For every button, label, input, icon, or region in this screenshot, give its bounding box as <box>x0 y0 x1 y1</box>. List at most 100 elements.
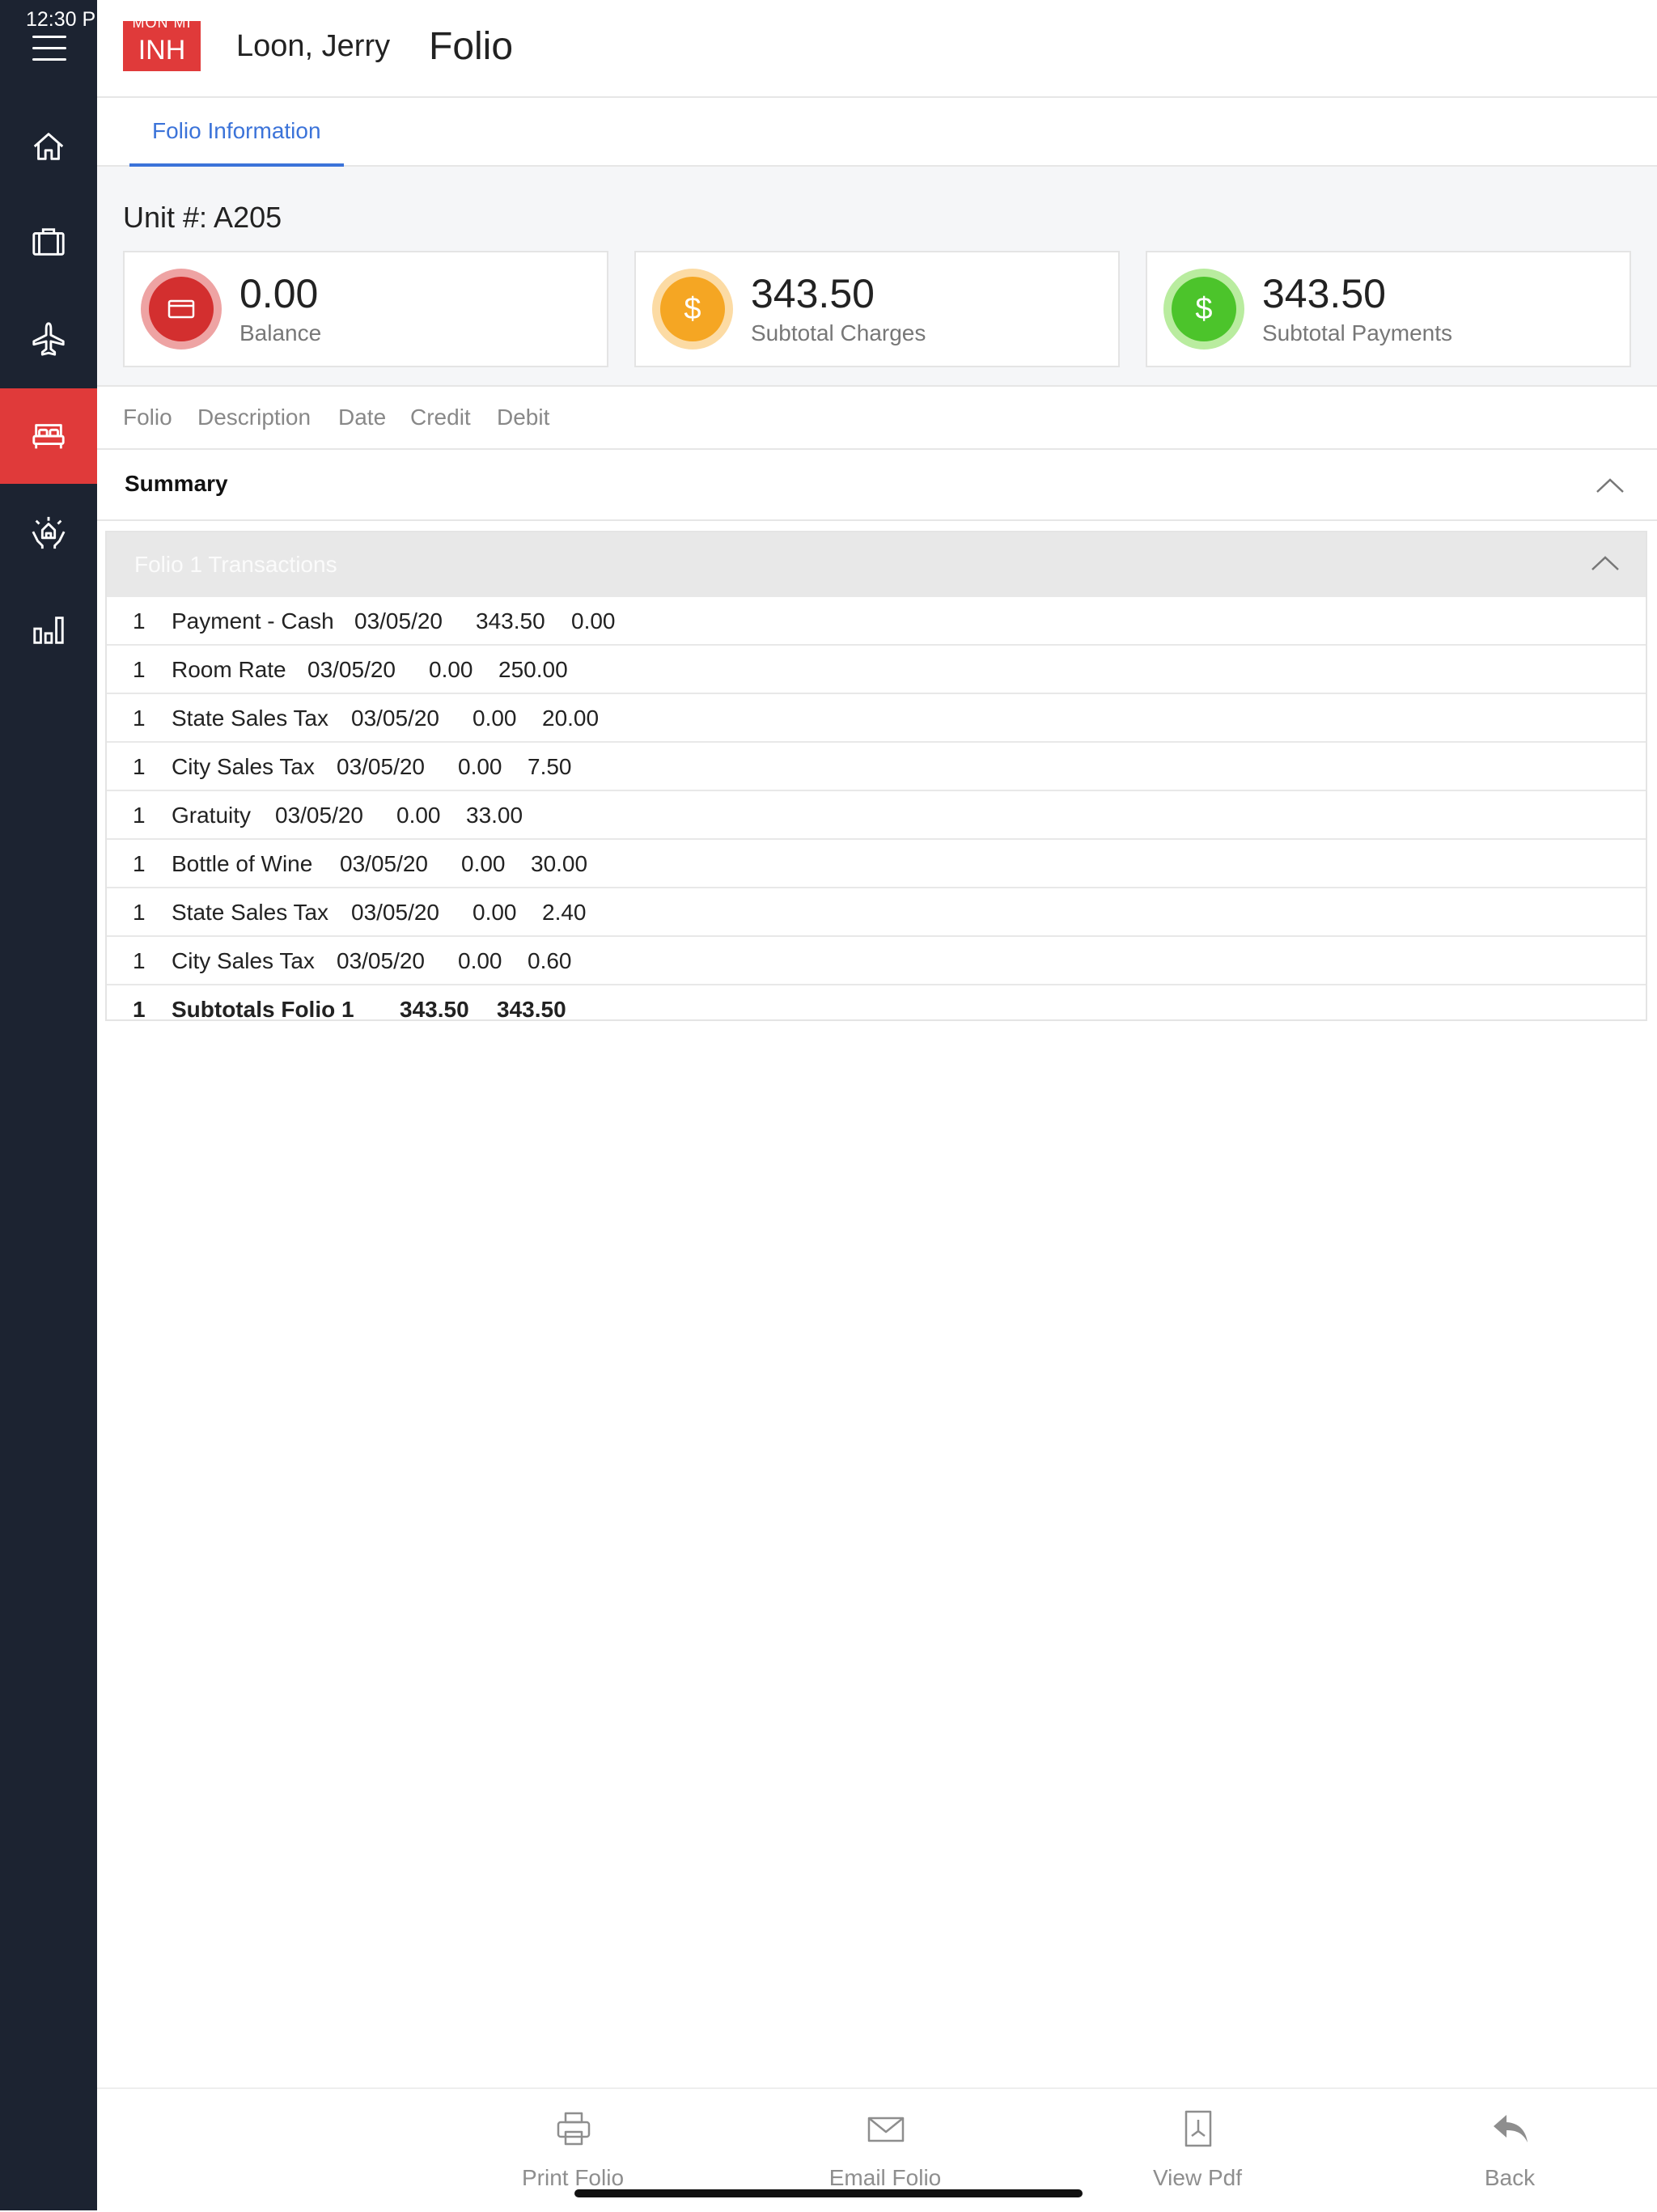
table-row[interactable]: 1 Room Rate 03/05/20 0.00 250.00 <box>107 646 1646 694</box>
folio-group-title: Folio 1 Transactions <box>134 552 337 577</box>
cell-description: State Sales Tax <box>172 706 329 731</box>
cell-date: 03/05/20 <box>337 948 425 973</box>
cell-date: 03/05/20 <box>307 657 396 682</box>
cell-debit: 0.60 <box>528 948 572 973</box>
briefcase-icon <box>32 228 65 256</box>
column-header-folio[interactable]: Folio <box>123 405 172 430</box>
cell-description: City Sales Tax <box>172 754 315 779</box>
status-badge-sub: MON MI <box>132 21 192 31</box>
cell-date: 03/05/20 <box>275 803 363 828</box>
cell-debit: 250.00 <box>498 657 568 682</box>
column-header-date[interactable]: Date <box>338 405 386 430</box>
menu-icon[interactable] <box>32 36 66 63</box>
cell-date: 03/05/20 <box>337 754 425 779</box>
balance-card: 0.00 Balance <box>123 251 608 367</box>
charges-card: $ 343.50 Subtotal Charges <box>634 251 1120 367</box>
chevron-up-icon[interactable] <box>1591 555 1620 571</box>
cell-credit: 0.00 <box>458 948 502 973</box>
table-row[interactable]: 1 City Sales Tax 03/05/20 0.00 0.60 <box>107 937 1646 985</box>
sidebar-item-rooms[interactable] <box>0 388 97 484</box>
sidebar-item-reports[interactable] <box>0 583 97 678</box>
column-header-credit[interactable]: Credit <box>410 405 471 430</box>
cell-debit: 2.40 <box>542 900 587 925</box>
cell-date: 03/05/20 <box>351 900 439 925</box>
cell-folio: 1 <box>133 657 146 682</box>
charges-icon-ring: $ <box>652 269 733 350</box>
column-header-description[interactable]: Description <box>197 405 311 430</box>
unit-label: Unit #: A205 <box>123 201 282 234</box>
bed-icon <box>32 424 65 449</box>
dollar-icon: $ <box>1195 291 1213 326</box>
sidebar-item-housekeeping[interactable] <box>0 485 97 581</box>
chevron-up-icon[interactable] <box>1596 477 1625 494</box>
cell-credit: 0.00 <box>458 754 502 779</box>
sidebar: 12:30 P <box>0 0 97 2210</box>
column-header-debit[interactable]: Debit <box>497 405 549 430</box>
cell-credit: 0.00 <box>396 803 441 828</box>
cell-credit: 343.50 <box>476 608 545 634</box>
folio-group-header[interactable]: Folio 1 Transactions <box>107 532 1646 597</box>
cell-date: 03/05/20 <box>354 608 443 634</box>
dollar-icon: $ <box>684 291 701 326</box>
balance-value: 0.00 <box>239 271 319 316</box>
cell-credit: 343.50 <box>400 997 469 1022</box>
table-row[interactable]: 1 Gratuity 03/05/20 0.00 33.00 <box>107 791 1646 840</box>
envelope-icon <box>867 2117 905 2142</box>
sidebar-item-reservations[interactable] <box>0 194 97 290</box>
tab-folio-information[interactable]: Folio Information <box>129 98 344 167</box>
cell-description: State Sales Tax <box>172 900 329 925</box>
subtotal-row: 1 Subtotals Folio 1 343.50 343.50 <box>107 985 1646 1034</box>
back-label: Back <box>1484 2165 1536 2190</box>
cell-folio: 1 <box>133 948 146 973</box>
back-button[interactable]: Back <box>1421 2089 1599 2212</box>
table-row[interactable]: 1 State Sales Tax 03/05/20 0.00 20.00 <box>107 694 1646 743</box>
cell-credit: 0.00 <box>461 851 506 876</box>
cell-description: Subtotals Folio 1 <box>172 997 354 1022</box>
home-icon <box>33 133 64 160</box>
cell-credit: 0.00 <box>473 706 517 731</box>
credit-card-icon <box>167 299 195 319</box>
cell-description: Gratuity <box>172 803 252 828</box>
cell-date: 03/05/20 <box>351 706 439 731</box>
cell-folio: 1 <box>133 997 146 1022</box>
cell-debit: 0.00 <box>571 608 616 634</box>
table-row[interactable]: 1 Bottle of Wine 03/05/20 0.00 30.00 <box>107 840 1646 888</box>
cell-date: 03/05/20 <box>340 851 428 876</box>
reply-arrow-icon <box>1494 2115 1528 2142</box>
payments-card: $ 343.50 Subtotal Payments <box>1146 251 1631 367</box>
guest-name: Loon, Jerry <box>236 29 391 63</box>
sidebar-item-arrivals[interactable] <box>0 291 97 387</box>
view-pdf-button[interactable]: View Pdf <box>1108 2089 1286 2212</box>
hands-house-icon <box>32 516 66 549</box>
payments-label: Subtotal Payments <box>1262 320 1453 345</box>
cell-credit: 0.00 <box>429 657 473 682</box>
cell-folio: 1 <box>133 706 146 731</box>
cell-credit: 0.00 <box>473 900 517 925</box>
bar-chart-icon <box>33 617 64 644</box>
payments-value: 343.50 <box>1262 271 1386 316</box>
summary-label: Summary <box>125 471 228 496</box>
home-indicator <box>574 2189 1083 2197</box>
cell-description: Bottle of Wine <box>172 851 313 876</box>
page-title: Folio <box>429 25 514 68</box>
status-badge: MON MI INH <box>123 21 201 71</box>
cell-description: Room Rate <box>172 657 286 682</box>
cell-debit: 343.50 <box>497 997 566 1022</box>
cell-folio: 1 <box>133 851 146 876</box>
cell-debit: 30.00 <box>531 851 588 876</box>
sidebar-item-home[interactable] <box>0 99 97 194</box>
column-headers: Folio Description Date Credit Debit <box>97 385 1657 450</box>
cell-debit: 7.50 <box>528 754 572 779</box>
table-row[interactable]: 1 Payment - Cash 03/05/20 343.50 0.00 <box>107 597 1646 646</box>
balance-icon-ring <box>141 269 222 350</box>
balance-label: Balance <box>239 320 322 345</box>
table-row[interactable]: 1 State Sales Tax 03/05/20 0.00 2.40 <box>107 888 1646 937</box>
cell-debit: 33.00 <box>466 803 523 828</box>
charges-label: Subtotal Charges <box>751 320 926 345</box>
summary-section[interactable]: Summary <box>97 450 1657 521</box>
folio-group: Folio 1 Transactions 1 Payment - Cash 03… <box>105 531 1647 1022</box>
cell-description: City Sales Tax <box>172 948 315 973</box>
table-row[interactable]: 1 City Sales Tax 03/05/20 0.00 7.50 <box>107 743 1646 791</box>
header: MON MI INH Loon, Jerry Folio <box>97 0 1657 98</box>
pdf-icon <box>1184 2110 1212 2147</box>
